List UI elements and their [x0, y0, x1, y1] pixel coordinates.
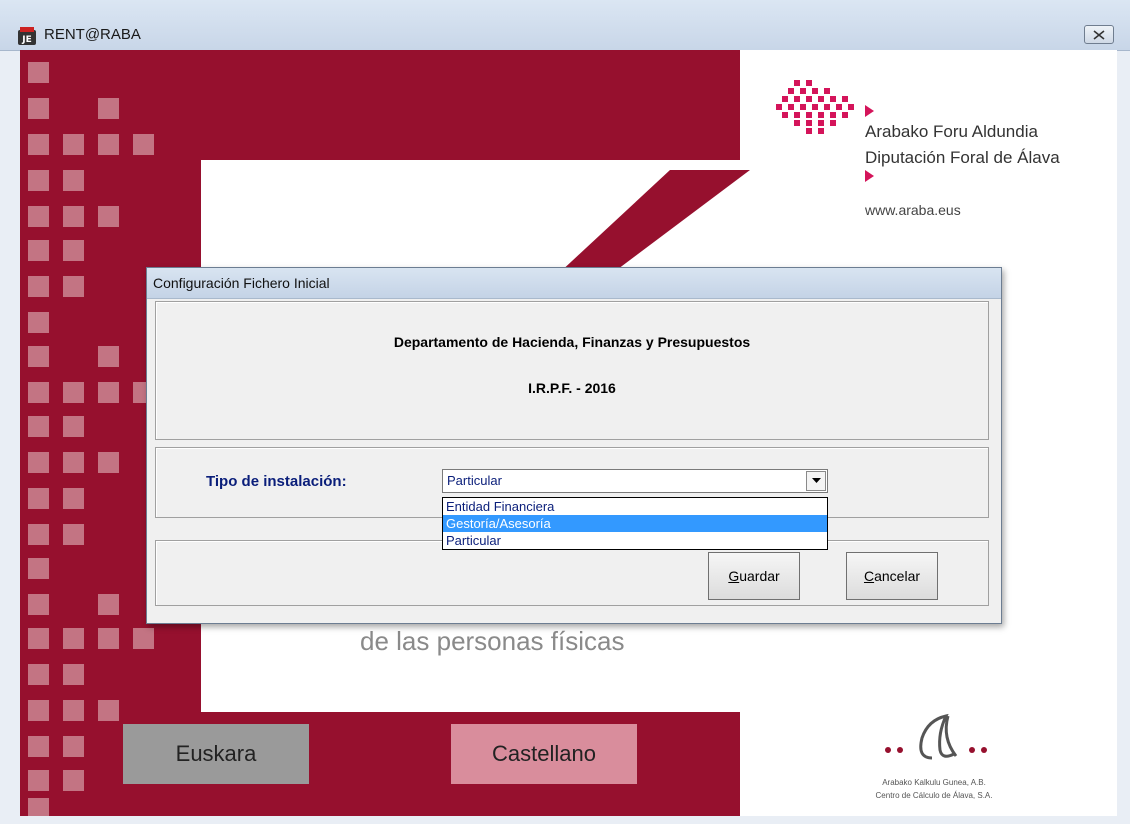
- app-icon: JE: [18, 27, 36, 45]
- cancelar-button[interactable]: Cancelar: [846, 552, 938, 600]
- guardar-button[interactable]: Guardar: [708, 552, 800, 600]
- department-heading: Departamento de Hacienda, Finanzas y Pre…: [393, 334, 751, 350]
- dropdown-option[interactable]: Entidad Financiera: [443, 498, 827, 515]
- svg-text:JE: JE: [21, 35, 32, 45]
- chevron-down-icon: [811, 478, 821, 483]
- info-panel: Departamento de Hacienda, Finanzas y Pre…: [155, 301, 989, 440]
- install-type-value: Particular: [447, 473, 502, 488]
- castellano-button[interactable]: Castellano: [451, 724, 637, 784]
- brand-name-spanish: Diputación Foral de Álava: [865, 148, 1060, 167]
- kalkulu-name-spanish: Centro de Cálculo de Álava, S.A.: [875, 791, 993, 800]
- guardar-accelerator: G: [728, 568, 740, 584]
- kalkulu-name-basque: Arabako Kalkulu Gunea, A.B.: [882, 778, 986, 787]
- combo-dropdown-button[interactable]: [806, 471, 826, 491]
- dropdown-option-highlighted[interactable]: Gestoría/Asesoría: [443, 515, 827, 532]
- dropdown-option[interactable]: Particular: [443, 532, 827, 549]
- install-type-label: Tipo de instalación:: [206, 473, 347, 490]
- guardar-label: uardar: [739, 568, 780, 584]
- pink-arrow-icon: [865, 170, 874, 182]
- pink-arrow-icon: [865, 105, 874, 117]
- irpf-year: I.R.P.F. - 2016: [528, 380, 616, 396]
- diputacion-logo-icon: [776, 80, 854, 134]
- euskara-button[interactable]: Euskara: [123, 724, 309, 784]
- window-title: RENT@RABA: [44, 26, 141, 43]
- install-type-dropdown-list: Entidad Financiera Gestoría/Asesoría Par…: [442, 497, 828, 550]
- dialog-titlebar: Configuración Fichero Inicial: [147, 268, 1001, 299]
- kalkulu-logo-icon: [885, 713, 987, 760]
- cancelar-label: ancelar: [874, 568, 921, 584]
- install-type-combobox[interactable]: Particular: [442, 469, 828, 493]
- close-button[interactable]: [1084, 25, 1114, 44]
- window-titlebar: JE RENT@RABA: [0, 0, 1130, 51]
- cancelar-accelerator: C: [863, 568, 875, 584]
- splash-subtitle: de las personas físicas: [360, 626, 625, 656]
- brand-website: www.araba.eus: [865, 202, 961, 218]
- close-icon: [1093, 29, 1105, 40]
- config-dialog: Configuración Fichero Inicial Departamen…: [146, 267, 1002, 624]
- dialog-title: Configuración Fichero Inicial: [153, 275, 330, 291]
- brand-name-basque: Arabako Foru Aldundia: [865, 122, 1038, 141]
